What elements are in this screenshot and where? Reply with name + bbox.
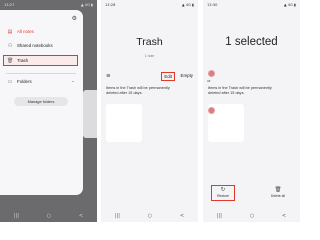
screen-selection: 13:30 ▲ 4G ▮ 1 selected All Items in the… <box>203 0 300 222</box>
status-bar: 13:30 ▲ 4G ▮ <box>207 3 296 9</box>
underlying-note-peek <box>83 90 97 138</box>
status-icons: ▲ 4G ▮ <box>181 3 194 7</box>
note-count: 1 note <box>144 54 155 58</box>
edit-button[interactable]: Edit <box>161 72 175 81</box>
status-time: 13:27 <box>4 3 15 7</box>
screen-drawer: 13:27 ▲ 4G ▮ ⚙ ▤ All notes ⚇ Shared note… <box>0 0 97 222</box>
folder-icon: ▭ <box>7 78 13 85</box>
drawer-item-all-notes[interactable]: ▤ All notes <box>7 27 34 36</box>
chevron-down-icon[interactable]: ⌄ <box>71 79 75 84</box>
note-card-preview: ··· <box>110 111 113 115</box>
drawer-item-folders[interactable]: ▭ Folders <box>7 77 32 86</box>
back-icon[interactable]: < <box>180 213 184 219</box>
status-time: 13:30 <box>207 3 218 7</box>
drawer-item-shared-notebooks[interactable]: ⚇ Shared notebooks <box>7 41 53 50</box>
drawer-item-label: Folders <box>17 79 32 84</box>
page-title: 1 selected <box>225 36 278 48</box>
divider <box>6 73 76 74</box>
recents-icon[interactable]: ||| <box>115 213 120 219</box>
trash-notice: Items in the Trash will be permanently d… <box>208 86 272 95</box>
select-all-label: All <box>207 79 211 83</box>
note-checkbox[interactable] <box>208 107 215 114</box>
select-all-checkbox[interactable] <box>208 70 215 77</box>
back-icon[interactable]: < <box>79 213 83 219</box>
status-time: 13:28 <box>105 3 116 7</box>
drawer-item-label: Shared notebooks <box>17 43 53 48</box>
drawer-item-label: Trash <box>17 58 29 63</box>
recents-icon[interactable]: ||| <box>14 213 19 219</box>
drawer-item-trash[interactable]: 🗑 Trash <box>7 56 28 65</box>
status-bar: 13:28 ▲ 4G ▮ <box>105 3 194 9</box>
delete-all-button[interactable]: 🗑 Delete all <box>267 187 289 198</box>
screen-trash: 13:28 ▲ 4G ▮ Trash 1 note ≡ Edit Empty I… <box>101 0 198 222</box>
trash-notice: Items in the Trash will be permanently d… <box>106 86 170 95</box>
home-icon[interactable]: ○ <box>250 213 254 219</box>
back-icon[interactable]: < <box>282 213 286 219</box>
home-icon[interactable]: ○ <box>47 213 51 219</box>
people-icon: ⚇ <box>7 42 13 49</box>
status-bar: 13:27 ▲ 4G ▮ <box>4 3 93 9</box>
drawer-item-label: All notes <box>17 29 34 34</box>
note-icon: ▤ <box>7 28 13 35</box>
status-icons: ▲ 4G ▮ <box>80 3 93 7</box>
delete-all-label: Delete all <box>270 194 286 198</box>
trash-icon: 🗑 <box>274 187 282 193</box>
system-navbar: ||| ○ < <box>203 210 300 222</box>
page-title: Trash <box>136 36 163 48</box>
restore-button[interactable]: ↻ Restore <box>212 187 234 198</box>
home-icon[interactable]: ○ <box>148 213 152 219</box>
gear-icon[interactable]: ⚙ <box>72 15 77 22</box>
toolbar: ≡ Edit Empty <box>106 72 193 81</box>
recents-icon[interactable]: ||| <box>217 213 222 219</box>
navigation-drawer: ⚙ ▤ All notes ⚇ Shared notebooks 🗑 Trash… <box>0 10 83 195</box>
trash-icon: 🗑 <box>7 57 14 64</box>
system-navbar: ||| ○ < <box>101 210 198 222</box>
system-navbar: ||| ○ < <box>0 210 97 222</box>
note-card[interactable]: ··· <box>106 104 142 142</box>
empty-button[interactable]: Empty <box>181 73 193 78</box>
restore-label: Restore <box>217 194 229 198</box>
bottom-actions: ↻ Restore 🗑 Delete all <box>203 185 300 203</box>
restore-icon: ↻ <box>220 187 226 193</box>
menu-icon[interactable]: ≡ <box>106 73 111 79</box>
status-icons: ▲ 4G ▮ <box>283 3 296 7</box>
manage-folders-button[interactable]: Manage folders <box>14 97 68 106</box>
